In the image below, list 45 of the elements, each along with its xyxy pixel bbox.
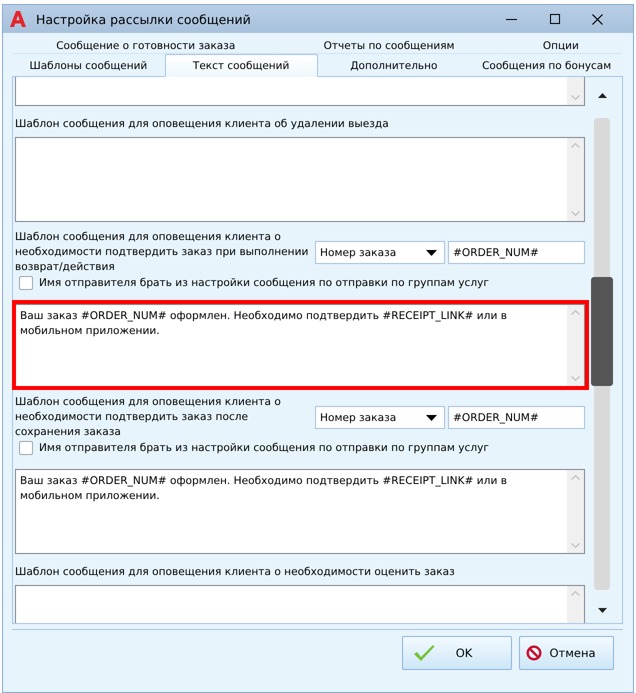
chevron-down-icon bbox=[571, 95, 580, 100]
variable-dropdown[interactable]: Номер заказа bbox=[315, 406, 445, 429]
chevron-down-icon bbox=[571, 543, 580, 548]
field-label: Шаблон сообщения для оповещения клиента о необходимости оценить заказ bbox=[15, 565, 456, 579]
chevron-up-icon bbox=[571, 143, 580, 148]
check-icon bbox=[413, 644, 435, 662]
scroll-up-icon[interactable] bbox=[598, 93, 606, 98]
app-logo-icon bbox=[9, 10, 27, 28]
chevron-down-icon bbox=[571, 211, 580, 216]
checkbox-label: Имя отправителя брать из настройки сообщения по отправки по группам услуг bbox=[39, 277, 489, 289]
maximize-icon bbox=[550, 14, 560, 24]
field-label: Шаблон сообщения для оповещения клиента о необходимости подтвердить заказ после сохранения заказа bbox=[15, 395, 282, 440]
scrollbar-thumb[interactable] bbox=[591, 277, 613, 386]
template-text-area[interactable]: Ваш заказ #ORDER_NUM# оформлен. Необходимо подтвердить #RECEIPT_LINK# или в мобильном приложении. bbox=[15, 469, 585, 554]
chevron-up-icon bbox=[571, 591, 580, 596]
tab[interactable]: Текст сообщений bbox=[164, 54, 318, 77]
chevron-up-icon bbox=[571, 310, 580, 315]
variable-field[interactable]: #ORDER_NUM# bbox=[448, 406, 585, 429]
field-label: Шаблон сообщения для оповещения клиента о необходимости подтвердить заказ при выполнении возврат/действия bbox=[15, 230, 310, 275]
chevron-up-icon bbox=[571, 475, 580, 480]
ok-button[interactable]: OK bbox=[402, 636, 512, 670]
checkbox[interactable] bbox=[19, 441, 33, 455]
close-icon bbox=[592, 14, 603, 24]
minimize-icon bbox=[506, 18, 517, 20]
text-area-scrollbar[interactable] bbox=[567, 470, 584, 553]
variable-dropdown[interactable]: Номер заказа bbox=[315, 241, 445, 264]
text-area-scrollbar[interactable] bbox=[567, 305, 584, 386]
cancel-button[interactable]: Отмена bbox=[519, 636, 614, 670]
caret-icon bbox=[426, 414, 437, 420]
caret-icon bbox=[426, 250, 437, 256]
scroll-down-icon[interactable] bbox=[598, 608, 606, 613]
template-text-area[interactable]: Ваш заказ #ORDER_NUM# оформлен. Необходимо подтвердить #RECEIPT_LINK# или в мобильном приложении. bbox=[15, 304, 585, 387]
tab[interactable]: Сообщения по бонусам bbox=[470, 55, 623, 76]
tab[interactable]: Шаблоны сообщений bbox=[12, 55, 165, 76]
checkbox-label: Имя отправителя брать из настройки сообщения по отправки по группам услуг bbox=[39, 442, 489, 454]
text-area-scrollbar[interactable] bbox=[567, 138, 584, 221]
tab[interactable]: Опции bbox=[498, 37, 623, 54]
tab[interactable]: Дополнительно bbox=[318, 55, 470, 76]
field-label: Шаблон сообщения для оповещения клиента об удалении выезда bbox=[15, 117, 390, 131]
chevron-down-icon bbox=[571, 376, 580, 381]
variable-field[interactable]: #ORDER_NUM# bbox=[448, 241, 585, 264]
template-text-area[interactable] bbox=[15, 137, 585, 222]
prohibited-icon bbox=[526, 645, 542, 661]
checkbox[interactable] bbox=[19, 276, 33, 290]
window-title: Настройка рассылки сообщений bbox=[36, 12, 251, 26]
